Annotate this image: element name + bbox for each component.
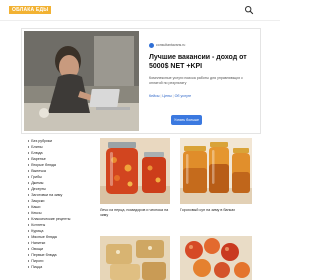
pea-soup-jars-photo xyxy=(180,138,252,204)
recipe-card[interactable]: Лечо из перца, помидоров и чеснока на зи… xyxy=(100,138,170,220)
ad-photo-man-at-laptop xyxy=(24,31,139,131)
recipe-card[interactable]: Гороховый суп на зиму в банках xyxy=(180,138,252,220)
ad-link-about[interactable]: Об услуге xyxy=(175,94,192,98)
ad-links: Кейсы | Цены | Об услуге xyxy=(149,94,191,98)
recipe-title[interactable]: Гороховый суп на зиму в банках xyxy=(180,208,252,213)
favicon-icon xyxy=(149,42,154,48)
ad-banner[interactable]: consultantavans.ru Лучшие вакансии - дох… xyxy=(21,28,261,134)
recipe-image[interactable] xyxy=(100,138,170,204)
apples-photo xyxy=(180,236,252,280)
ad-domain: consultantavans.ru xyxy=(156,43,186,47)
ad-link-cases[interactable]: Кейсы xyxy=(149,94,159,98)
ad-link-prices[interactable]: Цены xyxy=(162,94,171,98)
recipe-image[interactable] xyxy=(100,236,170,280)
site-header: ОБЛАКА ЕДЫ xyxy=(0,0,280,21)
recipe-image[interactable] xyxy=(180,236,252,280)
ad-cta-button[interactable]: Узнать больше xyxy=(171,115,202,125)
recipe-card[interactable] xyxy=(180,236,252,280)
ad-source[interactable]: consultantavans.ru xyxy=(149,41,185,49)
site-logo[interactable]: ОБЛАКА ЕДЫ xyxy=(9,6,52,14)
pastry-photo xyxy=(100,236,170,280)
ad-title[interactable]: Лучшие вакансии - доход от 5000$ NET +KP… xyxy=(149,54,257,71)
recipe-card[interactable] xyxy=(100,236,170,280)
recipe-title[interactable]: Лечо из перца, помидоров и чеснока на зи… xyxy=(100,208,170,218)
recipe-image[interactable] xyxy=(180,138,252,204)
lecho-jars-photo xyxy=(100,138,170,204)
ad-image[interactable] xyxy=(24,31,139,131)
search-icon[interactable] xyxy=(244,5,254,15)
menu-item[interactable]: Пицца xyxy=(28,264,94,270)
ad-description: Комплексные услуги поиска работы для упр… xyxy=(149,76,243,85)
category-menu: Без рубрики Блины Блюда Варенье Вторые б… xyxy=(28,138,94,270)
ad-link-separator: | xyxy=(172,94,174,98)
ad-content: consultantavans.ru Лучшие вакансии - дох… xyxy=(149,29,257,133)
